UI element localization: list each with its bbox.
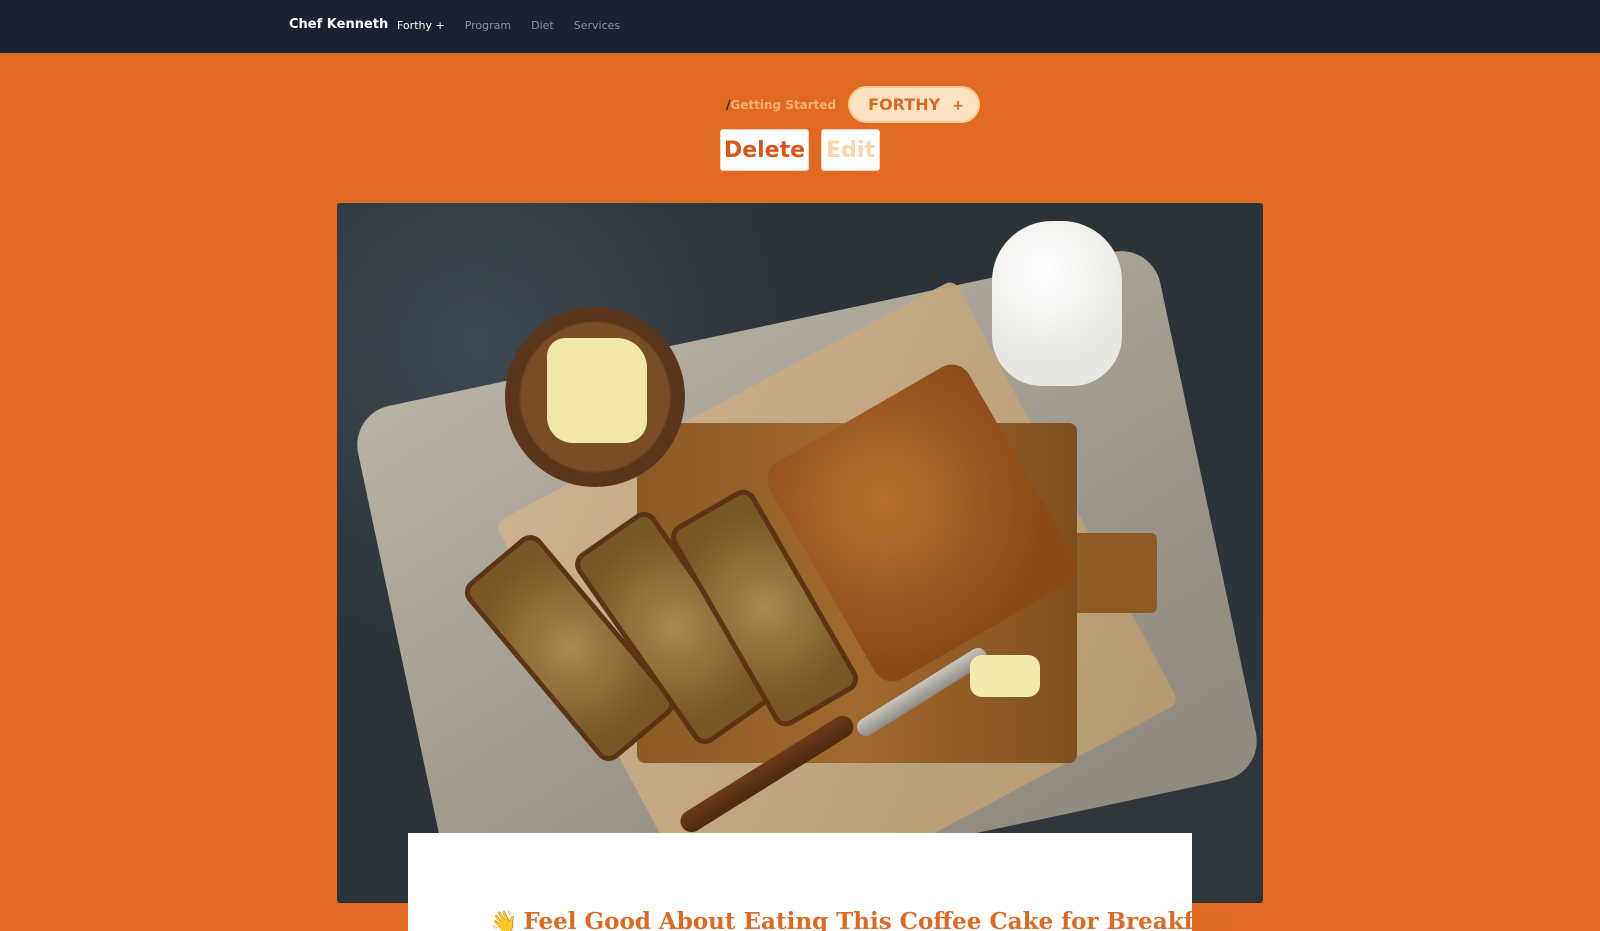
butter-on-knife (970, 655, 1040, 697)
category-pill[interactable]: FORTHY + (848, 86, 980, 123)
nav-link-forthy[interactable]: Forthy + (397, 19, 445, 32)
butter-in-bowl (547, 338, 647, 443)
brand-link[interactable]: Chef Kenneth (289, 17, 388, 32)
plus-icon: + (952, 98, 964, 114)
article-title-text: Feel Good About Eating This Coffee Cake … (523, 908, 1233, 931)
milk-jar (992, 221, 1122, 386)
edit-button[interactable]: Edit (821, 129, 880, 171)
article-title: 👋 Feel Good About Eating This Coffee Cak… (490, 908, 1232, 931)
article-card: 👋 Feel Good About Eating This Coffee Cak… (408, 833, 1232, 931)
category-pill-label: FORTHY (868, 95, 941, 114)
top-navigation: Chef Kenneth Forthy + Program Diet Servi… (0, 0, 1600, 53)
nav-link-diet[interactable]: Diet (531, 19, 554, 32)
delete-button[interactable]: Delete (720, 129, 809, 171)
waving-hand-icon: 👋 (490, 908, 518, 931)
hero-image (337, 203, 1263, 903)
breadcrumb-link-getting-started[interactable]: Getting Started (730, 98, 836, 112)
main-menu: Forthy + Program Diet Services (397, 19, 640, 32)
nav-link-program[interactable]: Program (465, 19, 511, 32)
breadcrumb: / Getting Started FORTHY + (726, 86, 980, 123)
nav-link-services[interactable]: Services (574, 19, 620, 32)
